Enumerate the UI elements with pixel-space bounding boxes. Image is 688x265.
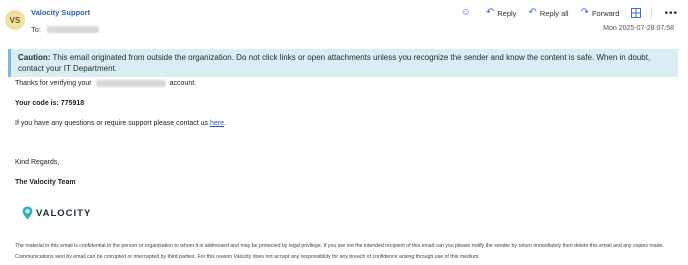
message-header: VS Valocity Support To: ☺ ↶ Reply ↶ Repl… — [0, 0, 688, 44]
support-suffix: . — [223, 120, 226, 127]
caution-banner: Caution: This email originated from outs… — [8, 49, 678, 77]
reply-icon: ↶ — [485, 7, 495, 18]
sign-off: Kind Regards, — [15, 159, 60, 166]
more-actions-button[interactable]: ••• — [664, 8, 678, 19]
toolbar-separator — [651, 7, 653, 19]
reply-all-button[interactable]: ↶ Reply all — [528, 8, 568, 18]
sender-avatar[interactable]: VS — [5, 10, 25, 30]
emoji-button[interactable]: ☺ — [461, 8, 474, 18]
recipient-row: To: — [31, 25, 100, 34]
thanks-prefix: Thanks for verifying your — [15, 80, 92, 87]
sender-name[interactable]: Valocity Support — [31, 8, 90, 17]
signature-team: The Valocity Team — [15, 179, 76, 186]
legal-disclaimer: The material in this email is confidenti… — [15, 243, 664, 260]
thanks-suffix: account. — [169, 80, 197, 87]
more-icon: ••• — [664, 7, 678, 19]
recipient-redacted[interactable] — [47, 26, 100, 33]
to-label: To: — [31, 25, 42, 34]
message-date: Mon 2025-07-28 07:58 — [603, 25, 674, 32]
caution-text: This email originated from outside the o… — [18, 53, 651, 73]
reply-all-label: Reply all — [539, 8, 569, 18]
caution-title: Caution: — [18, 53, 51, 62]
smiley-icon: ☺ — [460, 7, 471, 18]
forward-label: Forward — [591, 8, 620, 18]
reply-all-icon: ↶ — [528, 7, 537, 18]
valocity-logo: VALOCITY — [22, 206, 91, 220]
verification-code: Your code is: 775918 — [15, 100, 85, 107]
grid-button[interactable] — [631, 8, 642, 18]
forward-button[interactable]: ↷ Forward — [581, 8, 620, 18]
reply-label: Reply — [497, 8, 517, 18]
grid-icon — [631, 8, 642, 18]
thanks-line: Thanks for verifying your account. — [15, 80, 196, 87]
location-pin-icon — [22, 206, 33, 220]
logo-text: VALOCITY — [36, 207, 92, 219]
message-toolbar: ☺ ↶ Reply ↶ Reply all ↷ Forward ••• — [461, 7, 678, 19]
reply-button[interactable]: ↶ Reply — [486, 8, 517, 18]
support-line: If you have any questions or require sup… — [15, 120, 226, 127]
support-prefix: If you have any questions or require sup… — [15, 120, 209, 127]
support-link[interactable]: here — [210, 120, 224, 127]
forward-icon: ↷ — [580, 7, 589, 18]
account-redacted — [95, 80, 166, 87]
